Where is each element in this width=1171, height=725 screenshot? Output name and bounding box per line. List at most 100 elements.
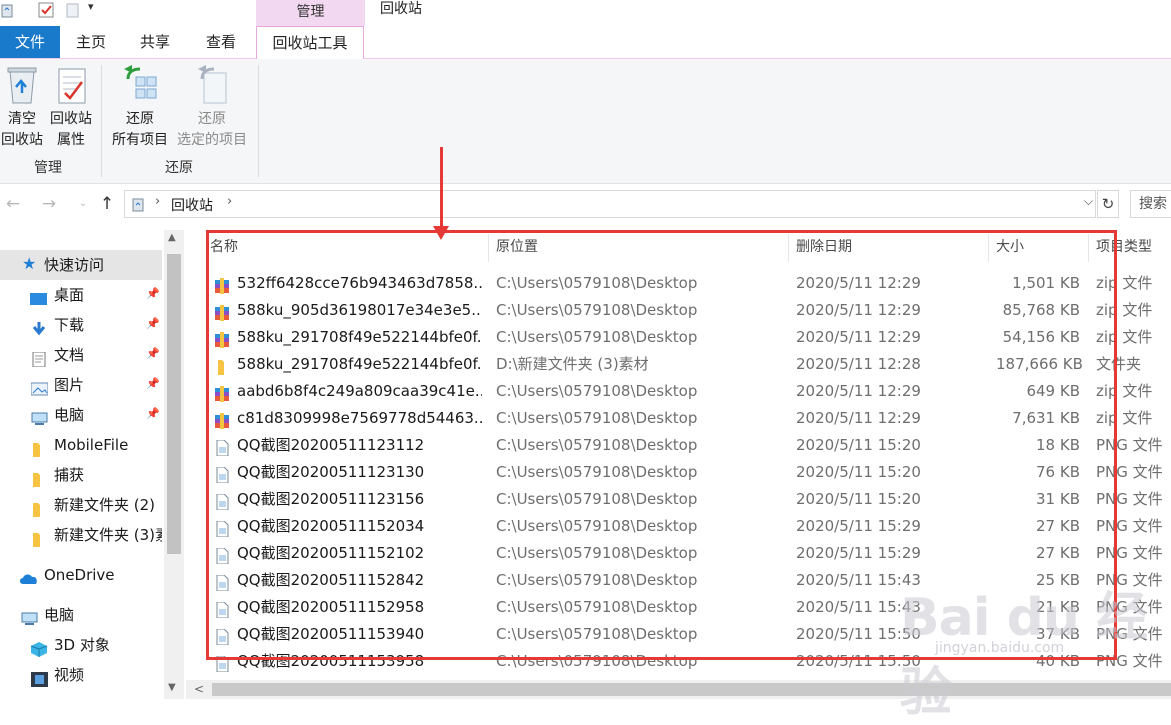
quick-access-dropdown-icon[interactable]: ▾ xyxy=(88,0,94,13)
breadcrumb[interactable]: 回收站 xyxy=(171,195,213,215)
empty-recycle-bin-button[interactable]: 清空 回收站 xyxy=(0,63,44,151)
table-row[interactable]: 588ku_291708f49e522144bfe0f... D:\新建文件夹 (… xyxy=(206,351,1171,378)
sidebar-item-capture[interactable]: 捕获 xyxy=(0,460,162,490)
scroll-left-icon[interactable]: < xyxy=(194,680,204,699)
cell-date-deleted: 2020/5/11 15:29 xyxy=(796,544,921,562)
cell-original-location: D:\新建文件夹 (3)素材 xyxy=(496,355,649,373)
column-divider[interactable] xyxy=(988,234,989,262)
document-icon xyxy=(31,347,48,368)
cell-date-deleted: 2020/5/11 15:20 xyxy=(796,463,921,481)
table-row[interactable]: 588ku_291708f49e522144bfe0f... C:\Users\0… xyxy=(206,324,1171,351)
cell-item-type: 文件夹 xyxy=(1096,355,1142,373)
sidebar-item-this-pc[interactable]: 电脑 xyxy=(0,600,162,630)
table-row[interactable]: QQ截图20200511123156 C:\Users\0579108\Deskt… xyxy=(206,486,1171,513)
column-divider[interactable] xyxy=(1088,234,1089,262)
column-header-size[interactable]: 大小 xyxy=(996,234,1024,262)
tab-share[interactable]: 共享 xyxy=(122,26,188,58)
scroll-down-icon[interactable]: ▼ xyxy=(168,682,176,693)
scroll-up-icon[interactable]: ▲ xyxy=(168,232,176,243)
pin-icon[interactable]: 📌 xyxy=(146,348,160,360)
new-folder-icon[interactable] xyxy=(66,2,80,18)
sidebar-item-documents[interactable]: 文档 📌 xyxy=(0,340,162,370)
cell-original-location: C:\Users\0579108\Desktop xyxy=(496,652,698,670)
pin-icon[interactable]: 📌 xyxy=(146,378,160,390)
group-manage-label: 管理 xyxy=(34,160,62,176)
scrollbar-thumb[interactable] xyxy=(167,254,181,554)
column-header-item-type[interactable]: 项目类型 xyxy=(1096,234,1152,262)
recycle-bin-icon xyxy=(2,63,42,107)
restore-selected-button[interactable]: 还原 选定的项目 xyxy=(174,63,250,151)
sidebar-item-videos[interactable]: 视频 xyxy=(0,660,162,690)
sidebar-item-desktop[interactable]: 桌面 📌 xyxy=(0,280,162,310)
table-row[interactable]: aabd6b8f4c249a809caa39c41e... C:\Users\05… xyxy=(206,378,1171,405)
sidebar-item-new-folder-2[interactable]: 新建文件夹 (2) xyxy=(0,490,162,520)
sidebar-item-label: 视频 xyxy=(54,666,85,684)
pin-icon[interactable]: 📌 xyxy=(146,408,160,420)
refresh-icon[interactable]: ↻ xyxy=(1097,190,1119,218)
sidebar-item-label: MobileFile xyxy=(54,436,129,454)
cell-name: QQ截图20200511123112 xyxy=(237,436,425,454)
search-input[interactable]: 搜索 xyxy=(1130,190,1171,218)
sidebar-item-mobilefile[interactable]: MobileFile xyxy=(0,430,162,460)
cell-size: 27 KB xyxy=(1036,544,1080,562)
table-row[interactable]: QQ截图20200511152034 C:\Users\0579108\Deskt… xyxy=(206,513,1171,540)
up-arrow-icon[interactable]: ↑ xyxy=(96,193,118,215)
nav-pane-scrollbar[interactable]: ▲ ▼ xyxy=(164,230,184,699)
recent-locations-chevron-icon[interactable]: ⌄ xyxy=(72,193,94,215)
tab-view[interactable]: 查看 xyxy=(190,26,252,58)
breadcrumb-chevron-icon[interactable]: › xyxy=(227,194,232,209)
properties-check-icon[interactable] xyxy=(38,2,54,18)
png-file-icon xyxy=(214,627,230,646)
table-row[interactable]: 588ku_905d36198017e34e3e5... C:\Users\057… xyxy=(206,297,1171,324)
breadcrumb-chevron-icon[interactable]: › xyxy=(155,194,160,209)
recycle-bin-small-icon[interactable] xyxy=(0,2,14,18)
sidebar-item-this-pc-quick[interactable]: 电脑 📌 xyxy=(0,400,162,430)
cell-name: QQ截图20200511152102 xyxy=(237,544,425,562)
sidebar-item-new-folder-3[interactable]: 新建文件夹 (3)素 xyxy=(0,520,162,550)
zip-icon xyxy=(214,411,230,429)
tab-recycle-bin-tools[interactable]: 回收站工具 xyxy=(256,26,364,59)
cell-name: QQ截图20200511152034 xyxy=(237,517,425,535)
tab-home[interactable]: 主页 xyxy=(62,26,120,58)
zip-icon xyxy=(214,330,230,348)
cell-name: c81d8309998e7569778d54463... xyxy=(237,409,482,427)
watermark-url: jingyan.baidu.com xyxy=(935,640,1065,656)
cell-name: QQ截图20200511152842 xyxy=(237,571,425,589)
recycle-bin-properties-button[interactable]: 回收站 属性 xyxy=(46,63,96,151)
address-bar[interactable]: › 回收站 › ⌵ xyxy=(124,190,1096,218)
table-row[interactable]: 532ff6428cce76b943463d7858... C:\Users\05… xyxy=(206,270,1171,297)
sidebar-item-pictures[interactable]: 图片 📌 xyxy=(0,370,162,400)
column-divider[interactable] xyxy=(788,234,789,262)
cell-item-type: zip 文件 xyxy=(1096,301,1153,319)
cell-size: 7,631 KB xyxy=(1012,409,1080,427)
window-title: 回收站 xyxy=(380,1,422,17)
address-dropdown-icon[interactable]: ⌵ xyxy=(1084,194,1093,209)
forward-arrow-icon[interactable]: → xyxy=(38,193,60,215)
cell-size: 649 KB xyxy=(1026,382,1080,400)
cloud-icon xyxy=(19,567,37,584)
pin-icon[interactable]: 📌 xyxy=(146,318,160,330)
table-row[interactable]: QQ截图20200511152102 C:\Users\0579108\Deskt… xyxy=(206,540,1171,567)
sidebar-item-onedrive[interactable]: OneDrive xyxy=(0,560,162,590)
table-row[interactable]: c81d8309998e7569778d54463... C:\Users\057… xyxy=(206,405,1171,432)
pin-icon[interactable]: 📌 xyxy=(146,288,160,300)
cell-original-location: C:\Users\0579108\Desktop xyxy=(496,382,698,400)
back-arrow-icon[interactable]: ← xyxy=(2,193,24,215)
restore-all-button[interactable]: 还原 所有项目 xyxy=(108,63,172,151)
cell-size: 85,768 KB xyxy=(1002,301,1080,319)
sidebar-item-label: 电脑 xyxy=(44,606,75,624)
sidebar-item-label: 快速访问 xyxy=(44,256,105,274)
sidebar-item-3d-objects[interactable]: 3D 对象 xyxy=(0,630,162,660)
cell-name: 588ku_905d36198017e34e3e5... xyxy=(237,301,482,319)
tab-file[interactable]: 文件 xyxy=(0,26,60,58)
table-row[interactable]: QQ截图20200511123130 C:\Users\0579108\Deskt… xyxy=(206,459,1171,486)
cell-name: QQ截图20200511152958 xyxy=(237,598,425,616)
sidebar-item-quick-access[interactable]: ★ 快速访问 xyxy=(0,250,162,280)
column-header-name[interactable]: 名称 xyxy=(210,234,238,262)
sidebar-item-downloads[interactable]: 下载 📌 xyxy=(0,310,162,340)
table-row[interactable]: QQ截图20200511123112 C:\Users\0579108\Deskt… xyxy=(206,432,1171,459)
column-header-date-deleted[interactable]: 删除日期 xyxy=(796,234,852,262)
column-divider[interactable] xyxy=(488,234,489,262)
ribbon-group-divider xyxy=(101,65,102,177)
column-header-original-location[interactable]: 原位置 xyxy=(496,234,538,262)
